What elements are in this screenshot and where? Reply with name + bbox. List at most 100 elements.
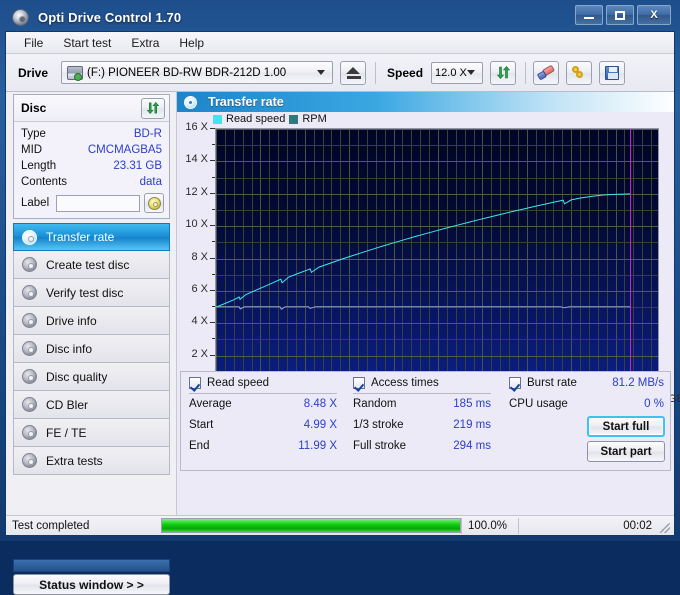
refresh-icon [146, 101, 160, 115]
close-button[interactable]: X [637, 5, 671, 25]
sidebar-item-extra-tests[interactable]: Extra tests [13, 447, 170, 475]
access-times-checkbox-row[interactable]: Access times [353, 377, 491, 389]
stat-key-third-stroke: 1/3 stroke [353, 415, 404, 436]
app-disc-icon [12, 9, 29, 26]
speed-select-value: 12.0 X [435, 67, 467, 79]
keys-icon [572, 66, 587, 80]
burst-rate-checkbox-label: Burst rate [527, 377, 577, 389]
legend-swatch-read-speed [213, 115, 222, 124]
disc-refresh-button[interactable] [141, 98, 165, 119]
sidebar-item-create-test-disc[interactable]: Create test disc [13, 251, 170, 279]
sidebar-item-fe-te[interactable]: FE / TE [13, 419, 170, 447]
read-speed-checkbox[interactable] [189, 377, 201, 389]
disc-icon [22, 341, 37, 356]
y-axis-tick-label: 8 X [191, 251, 208, 263]
stats-access-times-column: Access times Random 185 ms 1/3 stroke 21… [353, 377, 491, 457]
menu-start-test[interactable]: Start test [53, 34, 121, 52]
y-axis-tick-label: 2 X [191, 348, 208, 360]
stat-key-cpu-usage: CPU usage [509, 394, 568, 415]
legend-label-rpm: RPM [302, 113, 326, 125]
disc-label-row: Label [14, 193, 169, 213]
sidebar-item-label: Verify test disc [46, 286, 123, 300]
menu-extra[interactable]: Extra [121, 34, 169, 52]
drive-select-value: (F:) PIONEER BD-RW BDR-212D 1.00 [87, 67, 286, 79]
series-read-speed [216, 194, 630, 307]
stat-row-cpu-usage: CPU usage 0 % [509, 394, 664, 415]
refresh-drive-button[interactable] [490, 61, 516, 85]
disc-row-length: Length 23.31 GB [21, 158, 162, 174]
window-controls: X [575, 5, 671, 25]
progress-percent-text: 100.0% [468, 520, 507, 532]
minimize-button[interactable] [575, 5, 603, 25]
disc-label-key: Label [21, 197, 49, 209]
disc-icon [22, 285, 37, 300]
disc-row-mid-value: CMCMAGBA5 [88, 142, 162, 158]
read-disc-label-button[interactable] [144, 193, 164, 213]
resize-grip[interactable] [660, 523, 670, 533]
disc-label-input[interactable] [56, 195, 140, 212]
sidebar-item-transfer-rate[interactable]: Transfer rate [13, 223, 170, 251]
toolbar: Drive (F:) PIONEER BD-RW BDR-212D 1.00 S… [6, 54, 674, 92]
read-speed-checkbox-row[interactable]: Read speed [189, 377, 337, 389]
y-axis-tick-label: 6 X [191, 283, 208, 295]
start-full-button[interactable]: Start full [587, 416, 665, 437]
drive-icon [67, 66, 83, 80]
save-button[interactable] [599, 61, 625, 85]
drive-label: Drive [18, 66, 48, 80]
sidebar-item-verify-test-disc[interactable]: Verify test disc [13, 279, 170, 307]
series-rpm [216, 307, 630, 310]
sidebar-item-disc-info[interactable]: Disc info [13, 335, 170, 363]
erase-button[interactable] [533, 61, 559, 85]
drive-select[interactable]: (F:) PIONEER BD-RW BDR-212D 1.00 [61, 61, 333, 84]
refresh-icon [496, 65, 511, 80]
menu-file[interactable]: File [14, 34, 53, 52]
chart-legend: Read speed RPM [213, 113, 327, 125]
sidebar-item-disc-quality[interactable]: Disc quality [13, 363, 170, 391]
navigation-list: Transfer rate Create test disc Verify te… [13, 223, 170, 475]
start-part-button[interactable]: Start part [587, 441, 665, 462]
sidebar-spacer [13, 559, 170, 572]
disc-row-mid: MID CMCMAGBA5 [21, 142, 162, 158]
stat-value-random: 185 ms [453, 394, 491, 415]
chart-plot[interactable] [215, 128, 659, 387]
cursor-line [630, 129, 631, 386]
disc-row-type-key: Type [21, 126, 46, 142]
stat-key-random: Random [353, 394, 396, 415]
sidebar-item-cd-bler[interactable]: CD Bler [13, 391, 170, 419]
legend-swatch-rpm [289, 115, 298, 124]
disc-icon [148, 197, 161, 210]
speed-select[interactable]: 12.0 X [431, 62, 483, 84]
disc-icon [22, 453, 37, 468]
toolbar-separator-2 [525, 62, 526, 84]
disc-row-length-value: 23.31 GB [113, 158, 162, 174]
eject-button[interactable] [340, 61, 366, 85]
window-title: Opti Drive Control 1.70 [38, 10, 181, 25]
settings-button[interactable] [566, 61, 592, 85]
left-panel: Disc Type BD-R MID CMCM [6, 92, 176, 515]
burst-rate-row[interactable]: Burst rate 81.2 MB/s [509, 377, 664, 389]
sidebar-item-label: Extra tests [46, 454, 103, 468]
sidebar-item-drive-info[interactable]: Drive info [13, 307, 170, 335]
stat-key-start: Start [189, 415, 213, 436]
menu-bar: File Start test Extra Help [6, 32, 674, 54]
right-panel: Transfer rate Read speed RPM 2 X4 X6 X8 … [176, 92, 674, 515]
eraser-icon [538, 67, 554, 79]
chevron-down-icon [317, 70, 325, 75]
y-axis-tick-label: 14 X [185, 153, 208, 165]
y-axis-tick-label: 4 X [191, 315, 208, 327]
status-text: Test completed [12, 520, 89, 532]
sidebar-item-label: Create test disc [46, 258, 129, 272]
disc-row-type: Type BD-R [21, 126, 162, 142]
burst-rate-checkbox[interactable] [509, 377, 521, 389]
menu-help[interactable]: Help [169, 34, 214, 52]
stat-value-average: 8.48 X [304, 394, 337, 415]
access-times-checkbox[interactable] [353, 377, 365, 389]
status-window-button[interactable]: Status window > > [13, 574, 170, 595]
stat-key-average: Average [189, 394, 232, 415]
toolbar-separator-1 [375, 62, 376, 84]
sidebar-item-label: CD Bler [46, 398, 88, 412]
stat-row-full-stroke: Full stroke 294 ms [353, 436, 491, 457]
maximize-button[interactable] [606, 5, 634, 25]
stat-row-random: Random 185 ms [353, 394, 491, 415]
stat-row-start: Start 4.99 X [189, 415, 337, 436]
